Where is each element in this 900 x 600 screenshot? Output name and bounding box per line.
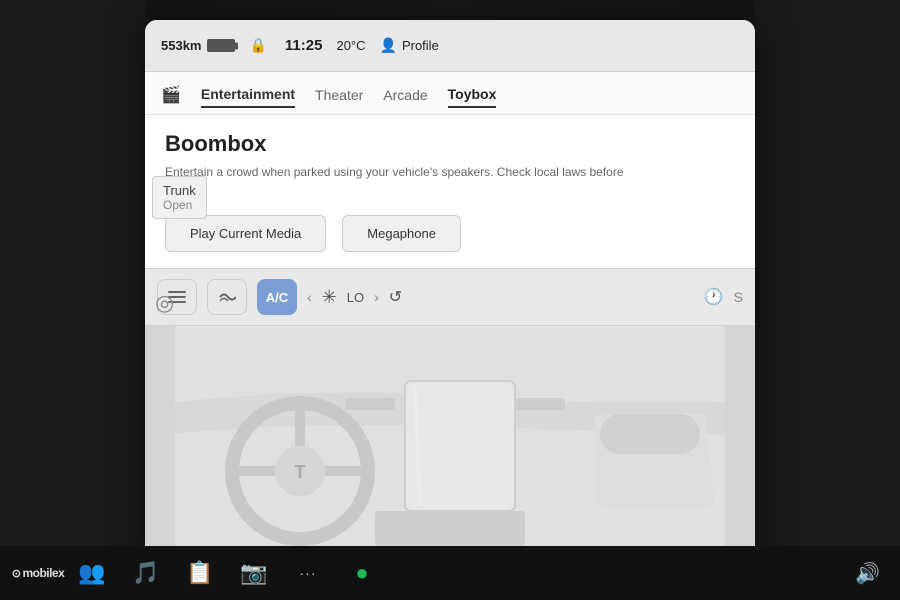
spotify-icon: ● xyxy=(355,560,368,586)
people-icon: 👥 xyxy=(78,560,105,586)
tab-toybox[interactable]: Toybox xyxy=(448,82,497,108)
range-text: 553km xyxy=(161,38,201,53)
mobilex-icon: ⊙ xyxy=(12,567,21,580)
airflow-button[interactable] xyxy=(207,279,247,315)
ac-button[interactable]: A/C xyxy=(257,279,297,315)
play-media-button[interactable]: Play Current Media xyxy=(165,215,326,252)
recirculate-button[interactable]: ↺ xyxy=(389,287,402,307)
boombox-buttons: Play Current Media Megaphone xyxy=(165,215,735,252)
camera-icon: 📷 xyxy=(240,560,267,586)
taskbar: ⊙ mobilex 👥 🎵 📋 📷 ··· ● 🔊 xyxy=(0,546,900,600)
lock-icon: 🔒 xyxy=(249,37,266,54)
climate-arrow-left[interactable]: ‹ xyxy=(307,289,312,305)
boombox-description: Entertain a crowd when parked using your… xyxy=(165,163,625,199)
airflow-icon xyxy=(218,288,236,306)
settings-app[interactable]: 🎵 xyxy=(128,555,164,591)
mobilex-label: mobilex xyxy=(22,566,64,580)
status-range: 553km xyxy=(161,38,235,53)
more-app[interactable]: ··· xyxy=(290,555,326,591)
trunk-status: Open xyxy=(163,198,196,212)
profile-icon: 👤 xyxy=(380,37,397,54)
clock-icon[interactable]: 🕐 xyxy=(704,287,724,307)
tab-theater[interactable]: Theater xyxy=(315,83,363,107)
entertainment-icon: 🎬 xyxy=(161,85,181,105)
volume-control[interactable]: 🔊 xyxy=(855,561,880,586)
media-app[interactable]: 📋 xyxy=(182,555,218,591)
boombox-title: Boombox xyxy=(165,131,735,157)
volume-icon: 🔊 xyxy=(855,563,880,585)
status-profile[interactable]: 👤 Profile xyxy=(380,37,439,54)
battery-icon xyxy=(207,39,235,52)
climate-level: LO xyxy=(347,290,364,305)
profile-label: Profile xyxy=(402,38,439,53)
climate-extra: S xyxy=(734,289,743,305)
more-icon: ··· xyxy=(300,565,317,581)
trunk-label: Trunk xyxy=(163,183,196,198)
settings-icon: 🎵 xyxy=(132,560,159,586)
media-icon: 📋 xyxy=(186,560,213,586)
car-interior-svg: T xyxy=(145,326,755,546)
people-app[interactable]: 👥 xyxy=(74,555,110,591)
side-panel-left xyxy=(0,0,145,600)
status-temp: 20°C xyxy=(336,38,365,53)
camera-app[interactable]: 📷 xyxy=(236,555,272,591)
svg-text:T: T xyxy=(295,462,306,482)
car-visual: T xyxy=(145,326,755,546)
tab-entertainment[interactable]: Entertainment xyxy=(201,82,295,108)
trunk-panel: Trunk Open xyxy=(152,176,207,219)
boombox-panel: Boombox Entertain a crowd when parked us… xyxy=(145,115,755,268)
device-frame: 553km 🔒 11:25 20°C 👤 Profile 🎬 Entertain… xyxy=(145,20,755,580)
spotify-app[interactable]: ● xyxy=(344,555,380,591)
mobilex-app[interactable]: ⊙ mobilex xyxy=(20,555,56,591)
megaphone-button[interactable]: Megaphone xyxy=(342,215,461,252)
climate-bar: A/C ‹ ✳ LO › ↺ 🕐 S xyxy=(145,268,755,326)
status-time: 11:25 xyxy=(285,37,323,54)
fan-icon: ✳ xyxy=(322,287,337,308)
fingerprint-icon: ◎ xyxy=(155,290,174,316)
side-panel-right xyxy=(755,0,900,600)
status-bar: 553km 🔒 11:25 20°C 👤 Profile xyxy=(145,20,755,72)
climate-arrow-right[interactable]: › xyxy=(374,289,379,305)
entertainment-nav: 🎬 Entertainment Theater Arcade Toybox xyxy=(145,72,755,115)
tab-arcade[interactable]: Arcade xyxy=(383,83,427,107)
